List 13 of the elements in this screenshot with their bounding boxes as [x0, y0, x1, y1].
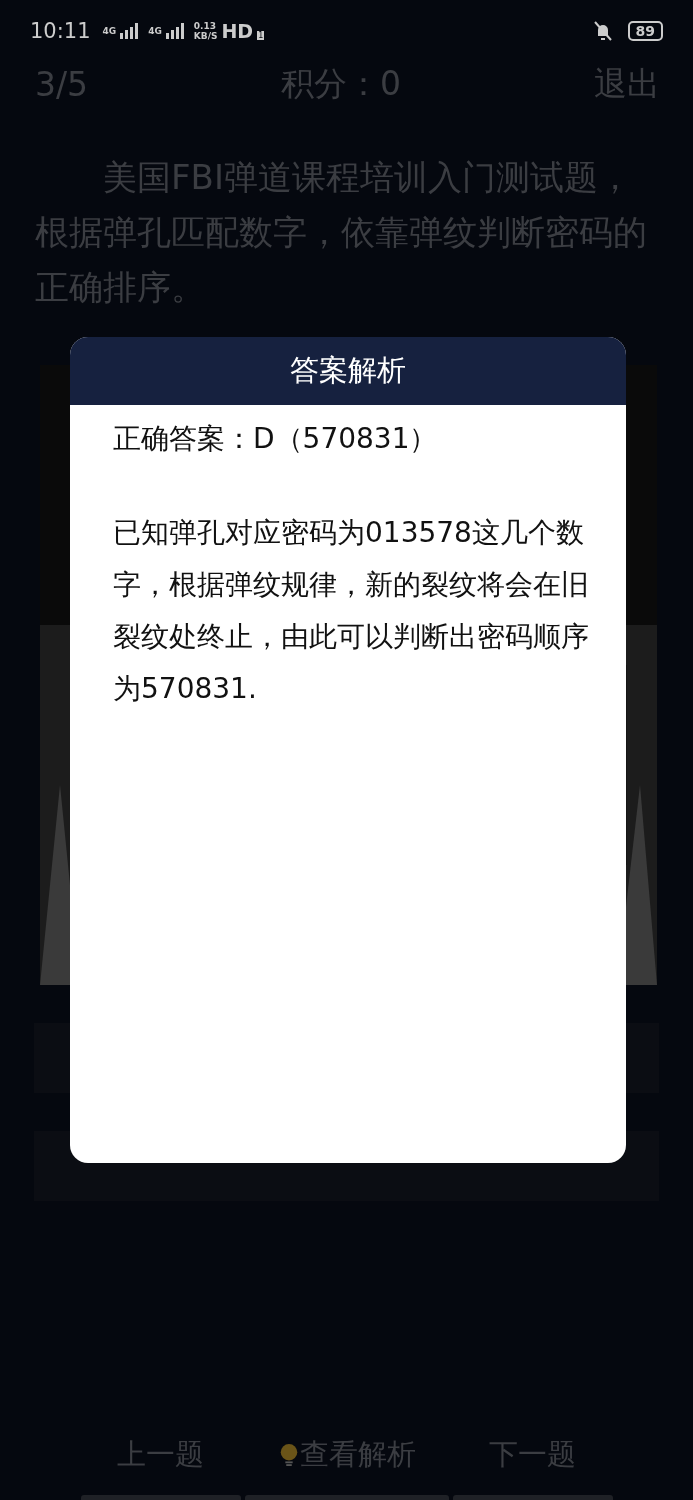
- correct-answer: 正确答案：D（570831）: [113, 421, 439, 457]
- dialog-title: 答案解析: [70, 337, 626, 405]
- status-time: 10:11: [30, 19, 91, 43]
- explanation-text: 已知弹孔对应密码为013578这几个数字，根据弹纹规律，新的裂纹将会在旧裂纹处终止，由此可以判断出密码顺序为570831.: [113, 515, 590, 707]
- hd-label: HD: [221, 20, 254, 42]
- signal-icon: [165, 23, 186, 39]
- speed-unit: KB/S: [193, 31, 218, 41]
- battery-icon: 89: [627, 21, 663, 41]
- hd-slot: 1: [257, 30, 265, 40]
- network-label: 4G: [102, 26, 117, 36]
- network-label: 4G: [148, 26, 162, 36]
- speed-value: 0.13: [193, 21, 218, 31]
- signal-icon: [120, 23, 141, 39]
